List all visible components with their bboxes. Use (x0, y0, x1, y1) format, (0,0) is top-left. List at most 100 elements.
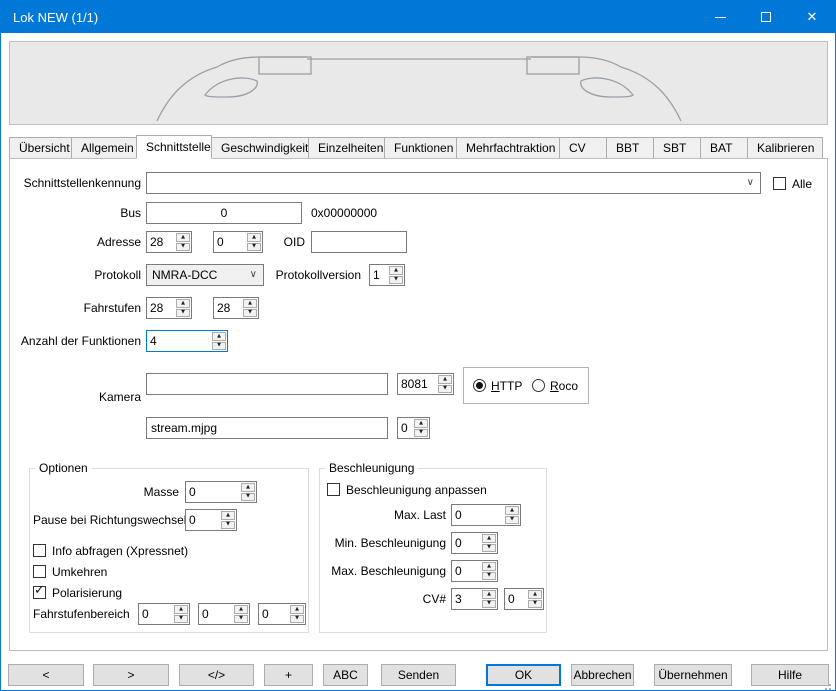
anzahl-funktionen-spinner[interactable]: ▲▼ (146, 330, 228, 352)
spin-down-button[interactable]: ▼ (247, 243, 261, 252)
cv1-spinner[interactable]: ▲▼ (451, 588, 498, 610)
protokoll-select[interactable]: NMRA-DCC ∨ (146, 264, 264, 286)
masse-spinner[interactable]: ▲▼ (185, 481, 257, 503)
abbrechen-button[interactable]: Abbrechen (571, 664, 634, 686)
spin-up-button[interactable]: ▲ (528, 590, 542, 599)
masse-spinner-input[interactable] (186, 482, 240, 502)
anzahl-funktionen-spinner-input[interactable] (147, 331, 211, 351)
tab-schnittstelle[interactable]: Schnittstelle (136, 135, 212, 159)
close-button[interactable]: ✕ (789, 1, 835, 33)
kamera-stream-num-spinner-input[interactable] (398, 418, 413, 438)
spin-down-button[interactable]: ▼ (234, 615, 248, 624)
maximize-button[interactable] (743, 1, 789, 33)
tab-einzelheiten[interactable]: Einzelheiten (308, 137, 385, 159)
spin-down-button[interactable]: ▼ (290, 615, 304, 624)
tab-funktionen[interactable]: Funktionen (384, 137, 457, 159)
protokollversion-spinner[interactable]: ▲▼ (369, 264, 405, 286)
cv1-spinner-input[interactable] (452, 589, 481, 609)
cv2-spinner[interactable]: ▲▼ (504, 588, 544, 610)
adresse2-spinner-input[interactable] (214, 232, 246, 252)
roco-radio[interactable]: Roco (532, 378, 578, 393)
tab-sbt[interactable]: SBT (653, 137, 701, 159)
http-radio[interactable]: HTTP (473, 378, 522, 393)
spin-up-button[interactable]: ▲ (290, 605, 304, 614)
max-beschleunigung-spinner-input[interactable] (452, 561, 481, 581)
spin-up-button[interactable]: ▲ (174, 605, 188, 614)
tab-mehrfachtraktion[interactable]: Mehrfachtraktion (456, 137, 560, 159)
kamera-url-input[interactable] (146, 373, 388, 395)
kamera-stream-num-spinner[interactable]: ▲▼ (397, 417, 430, 439)
spin-up-button[interactable]: ▲ (482, 590, 496, 599)
schnittstellenkennung-select[interactable]: ∨ (146, 172, 761, 194)
spin-up-button[interactable]: ▲ (176, 233, 190, 242)
spin-up-button[interactable]: ▲ (482, 562, 496, 571)
fahrstufenbereich1-spinner-input[interactable] (139, 604, 173, 624)
tab-allgemein[interactable]: Allgemein (71, 137, 137, 159)
spin-up-button[interactable]: ▲ (438, 375, 452, 384)
tab-geschwindigkeit[interactable]: Geschwindigkeit (211, 137, 309, 159)
spin-down-button[interactable]: ▼ (528, 600, 542, 609)
spin-down-button[interactable]: ▼ (482, 572, 496, 581)
spin-up-button[interactable]: ▲ (234, 605, 248, 614)
spin-down-button[interactable]: ▼ (389, 276, 403, 285)
next-button[interactable]: > (93, 664, 169, 686)
spin-up-button[interactable]: ▲ (176, 299, 190, 308)
pause-richtungswechsel-spinner-input[interactable] (186, 510, 220, 530)
spin-down-button[interactable]: ▼ (174, 615, 188, 624)
tab-kalibrieren[interactable]: Kalibrieren (747, 137, 823, 159)
spin-down-button[interactable]: ▼ (414, 429, 428, 438)
fahrstufenbereich3-spinner[interactable]: ▲▼ (258, 603, 306, 625)
ok-button[interactable]: OK (486, 664, 561, 686)
kamera-stream-input[interactable] (146, 417, 388, 439)
prev-button[interactable]: < (8, 664, 84, 686)
spin-up-button[interactable]: ▲ (221, 511, 235, 520)
fahrstufen2-spinner-input[interactable] (214, 298, 242, 318)
min-beschleunigung-spinner[interactable]: ▲▼ (451, 532, 498, 554)
polarisierung-checkbox[interactable]: ✓ Polarisierung (33, 585, 122, 600)
bus-input[interactable] (146, 202, 302, 224)
spin-down-button[interactable]: ▼ (176, 243, 190, 252)
tab-uebersicht[interactable]: Übersicht (9, 137, 72, 159)
info-abfragen-checkbox[interactable]: Info abfragen (Xpressnet) (33, 543, 188, 558)
plus-button[interactable]: + (264, 664, 313, 686)
minimize-button[interactable] (697, 1, 743, 33)
spin-down-button[interactable]: ▼ (505, 516, 519, 525)
spin-down-button[interactable]: ▼ (482, 600, 496, 609)
max-last-spinner-input[interactable] (452, 505, 504, 525)
fahrstufenbereich2-spinner[interactable]: ▲▼ (198, 603, 250, 625)
pause-richtungswechsel-spinner[interactable]: ▲▼ (185, 509, 237, 531)
oid-input[interactable] (311, 231, 407, 253)
kamera-port-spinner[interactable]: ▲▼ (397, 373, 454, 395)
spin-up-button[interactable]: ▲ (389, 266, 403, 275)
spin-up-button[interactable]: ▲ (212, 332, 226, 341)
uebernehmen-button[interactable]: Übernehmen (654, 664, 732, 686)
beschleunigung-anpassen-checkbox[interactable]: Beschleunigung anpassen (327, 482, 487, 497)
spin-down-button[interactable]: ▼ (482, 544, 496, 553)
abc-button[interactable]: ABC (323, 664, 368, 686)
umkehren-checkbox[interactable]: Umkehren (33, 564, 107, 579)
spin-down-button[interactable]: ▼ (221, 521, 235, 530)
spin-down-button[interactable]: ▼ (438, 385, 452, 394)
spin-up-button[interactable]: ▲ (505, 506, 519, 515)
tab-cv[interactable]: CV (559, 137, 607, 159)
max-last-spinner[interactable]: ▲▼ (451, 504, 521, 526)
adresse1-spinner-input[interactable] (147, 232, 175, 252)
fahrstufen2-spinner[interactable]: ▲▼ (213, 297, 259, 319)
code-button[interactable]: </> (179, 664, 254, 686)
fahrstufenbereich1-spinner[interactable]: ▲▼ (138, 603, 190, 625)
cv2-spinner-input[interactable] (505, 589, 527, 609)
fahrstufen1-spinner[interactable]: ▲▼ (146, 297, 192, 319)
adresse1-spinner[interactable]: ▲▼ (146, 231, 192, 253)
spin-down-button[interactable]: ▼ (176, 309, 190, 318)
kamera-port-spinner-input[interactable] (398, 374, 437, 394)
spin-up-button[interactable]: ▲ (414, 419, 428, 428)
fahrstufenbereich2-spinner-input[interactable] (199, 604, 233, 624)
spin-down-button[interactable]: ▼ (212, 342, 226, 351)
alle-checkbox[interactable]: Alle (773, 176, 812, 191)
spin-up-button[interactable]: ▲ (247, 233, 261, 242)
tab-bbt[interactable]: BBT (606, 137, 654, 159)
tab-bat[interactable]: BAT (700, 137, 748, 159)
adresse2-spinner[interactable]: ▲▼ (213, 231, 263, 253)
resize-grip[interactable] (829, 684, 831, 686)
spin-down-button[interactable]: ▼ (243, 309, 257, 318)
